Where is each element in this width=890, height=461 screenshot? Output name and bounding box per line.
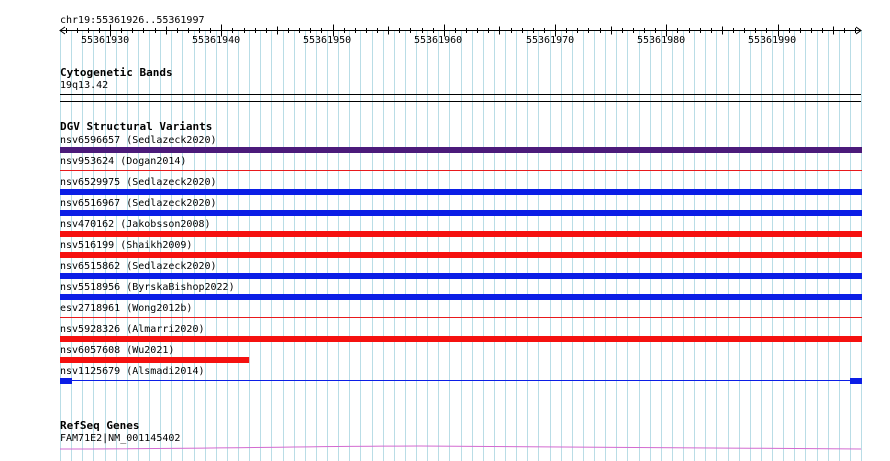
ruler-tick-label: 55361980 <box>637 35 686 46</box>
genome-browser: chr19:55361926..55361997 55361930 5536194… <box>0 0 890 461</box>
dgv-variant-line[interactable] <box>60 380 862 381</box>
refseq-gene-intron[interactable] <box>59 445 862 450</box>
locus-label: chr19:55361926..55361997 <box>60 15 205 26</box>
ruler-tick-label: 55361990 <box>748 35 797 46</box>
dgv-variant-bar[interactable] <box>60 317 862 318</box>
dgv-variant-bar[interactable] <box>60 273 862 279</box>
dgv-variant-bar[interactable] <box>60 252 862 258</box>
cytoband-track-title[interactable]: Cytogenetic Bands <box>60 67 173 79</box>
dgv-variant-label[interactable]: nsv516199 (Shaikh2009) <box>60 240 192 252</box>
refseq-gene-label[interactable]: FAM71E2|NM_001145402 <box>60 433 180 445</box>
dgv-variant-bar[interactable] <box>60 189 862 195</box>
dgv-variant-label[interactable]: nsv953624 (Dogan2014) <box>60 156 186 168</box>
ruler-tick-label: 55361960 <box>414 35 463 46</box>
dgv-variant-bar[interactable] <box>60 210 862 216</box>
dgv-variant-bar[interactable] <box>60 170 862 171</box>
dgv-variant-label[interactable]: nsv1125679 (Alsmadi2014) <box>60 366 205 378</box>
dgv-variant-label[interactable]: nsv5518956 (ByrskaBishop2022) <box>60 282 235 294</box>
dgv-variant-bar[interactable] <box>60 357 250 363</box>
ruler-tick-label: 55361970 <box>526 35 575 46</box>
dgv-track-title[interactable]: DGV Structural Variants <box>60 121 212 133</box>
ruler-tick-label: 55361940 <box>192 35 241 46</box>
cytoband-label[interactable]: 19q13.42 <box>60 80 108 92</box>
dgv-variant-label[interactable]: nsv6596657 (Sedlazeck2020) <box>60 135 217 147</box>
dgv-variant-cap-left[interactable] <box>60 378 72 384</box>
dgv-variant-label[interactable]: esv2718961 (Wong2012b) <box>60 303 192 315</box>
dgv-variant-label[interactable]: nsv6515862 (Sedlazeck2020) <box>60 261 217 273</box>
dgv-variant-label[interactable]: nsv5928326 (Almarri2020) <box>60 324 205 336</box>
dgv-variant-label[interactable]: nsv6529975 (Sedlazeck2020) <box>60 177 217 189</box>
ruler-tick-label: 55361930 <box>81 35 130 46</box>
dgv-variant-bar[interactable] <box>60 147 862 153</box>
dgv-variant-label[interactable]: nsv6516967 (Sedlazeck2020) <box>60 198 217 210</box>
dgv-variant-label[interactable]: nsv470162 (Jakobsson2008) <box>60 219 211 231</box>
ruler-tick-label: 55361950 <box>303 35 352 46</box>
dgv-variant-bar[interactable] <box>60 336 862 342</box>
dgv-variant-bar[interactable] <box>60 231 862 237</box>
dgv-variant-label[interactable]: nsv6057608 (Wu2021) <box>60 345 174 357</box>
refseq-track-title[interactable]: RefSeq Genes <box>60 420 139 432</box>
dgv-variant-cap-right[interactable] <box>850 378 862 384</box>
dgv-variant-bar[interactable] <box>60 294 862 300</box>
